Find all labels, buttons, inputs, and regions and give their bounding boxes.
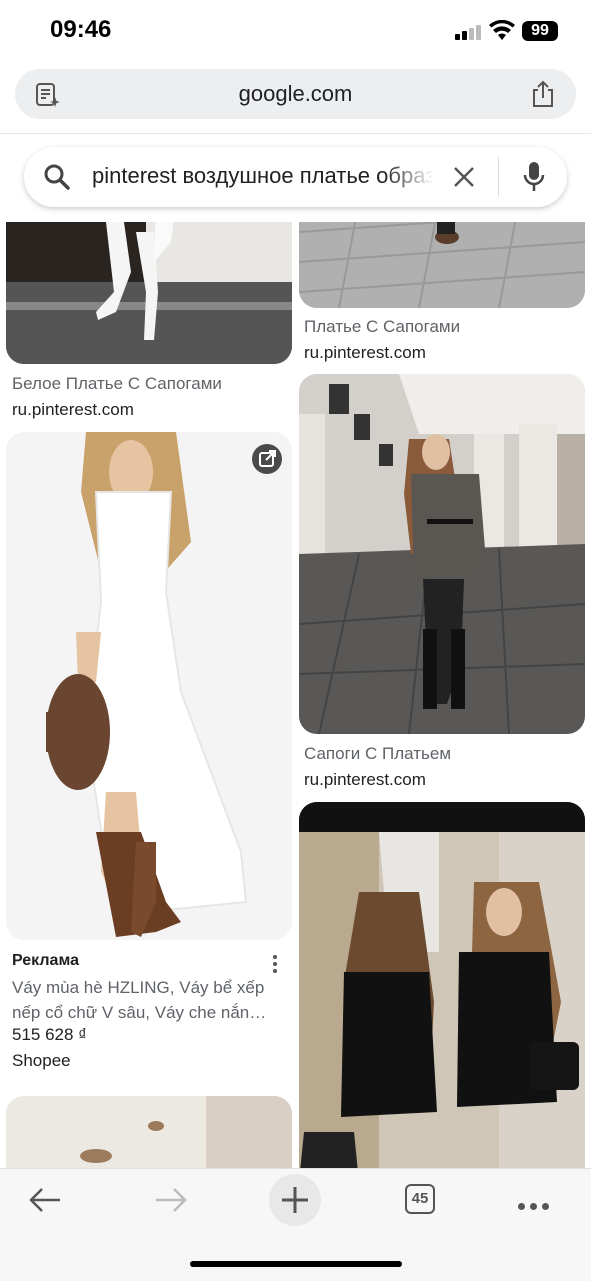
address-bar[interactable]: google.com xyxy=(15,69,576,119)
result-caption[interactable]: Платье С Сапогами xyxy=(304,317,460,337)
result-image[interactable] xyxy=(299,802,585,1168)
search-separator xyxy=(498,157,499,197)
external-link-icon[interactable] xyxy=(252,444,282,474)
share-icon[interactable] xyxy=(530,80,556,108)
result-card[interactable]: Сапоги С Платьем ru.pinterest.com xyxy=(296,374,591,794)
tab-switcher-icon[interactable]: 45 xyxy=(405,1184,435,1214)
home-indicator xyxy=(190,1261,402,1267)
result-caption[interactable]: Белое Платье С Сапогами xyxy=(12,374,222,394)
more-icon[interactable] xyxy=(518,1197,554,1215)
result-domain[interactable]: ru.pinterest.com xyxy=(304,343,426,363)
cellular-signal-icon xyxy=(455,24,483,40)
new-tab-button[interactable] xyxy=(269,1174,321,1226)
image-results-grid[interactable]: Белое Платье С Сапогами ru.pinterest.com xyxy=(0,222,591,1168)
toolbar-divider xyxy=(0,133,591,134)
ad-label: Реклама xyxy=(12,952,79,969)
url-text[interactable]: google.com xyxy=(15,81,576,107)
ad-card[interactable]: Реклама Váy mùa hè HZLING, Váy bể xếp nế… xyxy=(0,432,296,1082)
back-icon[interactable] xyxy=(28,1187,62,1213)
clear-icon[interactable] xyxy=(452,165,476,189)
result-image[interactable] xyxy=(6,222,292,364)
forward-icon[interactable] xyxy=(154,1187,188,1213)
result-domain[interactable]: ru.pinterest.com xyxy=(12,400,134,420)
result-card[interactable]: Платье С Сапогами ru.pinterest.com xyxy=(296,222,591,367)
search-box[interactable]: pinterest воздушное платье образ xyxy=(24,147,567,207)
result-card[interactable]: Белое Платье С Сапогами ru.pinterest.com xyxy=(0,222,296,422)
search-input[interactable]: pinterest воздушное платье образ xyxy=(92,163,432,189)
ad-title[interactable]: Váy mùa hè HZLING, Váy bể xếp nếp cổ chữ… xyxy=(12,975,284,1025)
mic-icon[interactable] xyxy=(523,161,545,193)
status-bar: 09:46 99 xyxy=(0,0,591,62)
more-options-icon[interactable] xyxy=(272,955,278,975)
status-time: 09:46 xyxy=(50,16,112,43)
ad-price: 515 628 ₫ xyxy=(12,1025,87,1044)
result-caption[interactable]: Сапоги С Платьем xyxy=(304,744,451,764)
result-domain[interactable]: ru.pinterest.com xyxy=(304,770,426,790)
wifi-icon xyxy=(489,20,515,40)
battery-indicator: 99 xyxy=(522,21,558,41)
result-image[interactable] xyxy=(299,374,585,734)
result-image[interactable] xyxy=(299,222,585,308)
search-icon[interactable] xyxy=(44,164,70,190)
ad-merchant[interactable]: Shopee xyxy=(12,1051,71,1071)
new-tab-icon xyxy=(282,1187,308,1213)
ad-image[interactable] xyxy=(6,432,292,940)
bottom-toolbar: 45 xyxy=(0,1168,591,1281)
result-image[interactable] xyxy=(6,1096,292,1168)
